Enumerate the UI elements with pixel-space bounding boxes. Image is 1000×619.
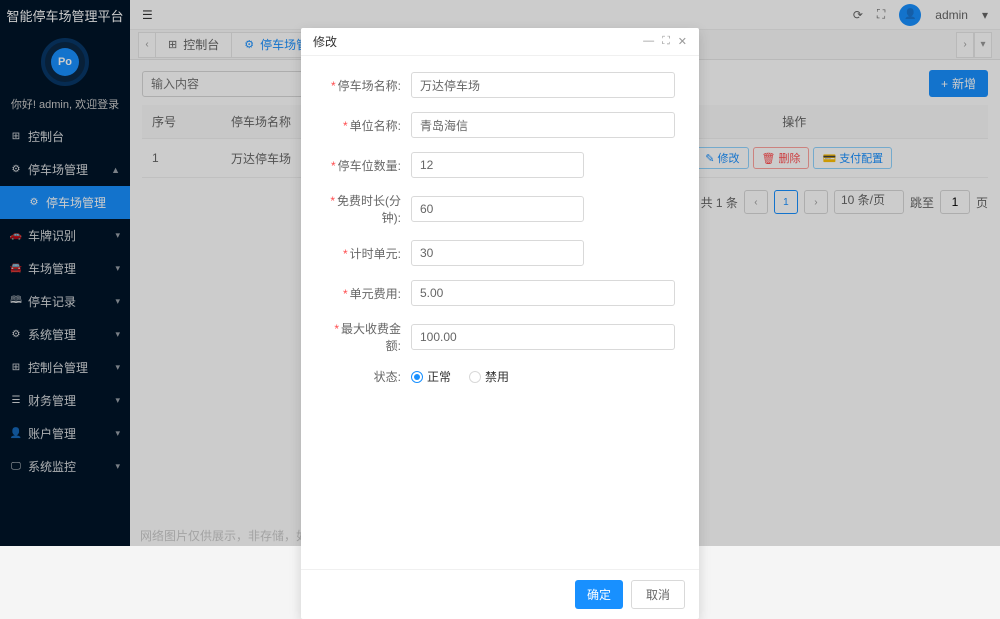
label-free-min: 免费时长(分钟): <box>325 192 411 226</box>
label-park-name: 停车场名称: <box>325 77 411 94</box>
cancel-button[interactable]: 取消 <box>631 580 685 609</box>
edit-modal: 修改 — ⛶ ✕ 停车场名称: 单位名称: 停车位数量: 免费时长(分钟): 计… <box>301 28 699 619</box>
label-slot-count: 停车位数量: <box>325 157 411 174</box>
input-slot-count[interactable] <box>411 152 584 178</box>
label-unit-name: 单位名称: <box>325 117 411 134</box>
maximize-icon[interactable]: ⛶ <box>662 35 670 48</box>
ok-button[interactable]: 确定 <box>575 580 623 609</box>
input-unit-fee[interactable] <box>411 280 675 306</box>
radio-disabled[interactable]: 禁用 <box>469 368 509 385</box>
label-status: 状态: <box>325 368 411 385</box>
input-max-fee[interactable] <box>411 324 675 350</box>
modal-title: 修改 <box>313 33 337 50</box>
radio-normal[interactable]: 正常 <box>411 368 451 385</box>
input-unit-name[interactable] <box>411 112 675 138</box>
close-icon[interactable]: ✕ <box>678 35 687 48</box>
input-free-min[interactable] <box>411 196 584 222</box>
minimize-icon[interactable]: — <box>643 35 654 48</box>
input-park-name[interactable] <box>411 72 675 98</box>
label-time-unit: 计时单元: <box>325 245 411 262</box>
modal-overlay[interactable]: 修改 — ⛶ ✕ 停车场名称: 单位名称: 停车位数量: 免费时长(分钟): 计… <box>0 0 1000 546</box>
label-max-fee: 最大收费金额: <box>325 320 411 354</box>
label-unit-fee: 单元费用: <box>325 285 411 302</box>
input-time-unit[interactable] <box>411 240 584 266</box>
